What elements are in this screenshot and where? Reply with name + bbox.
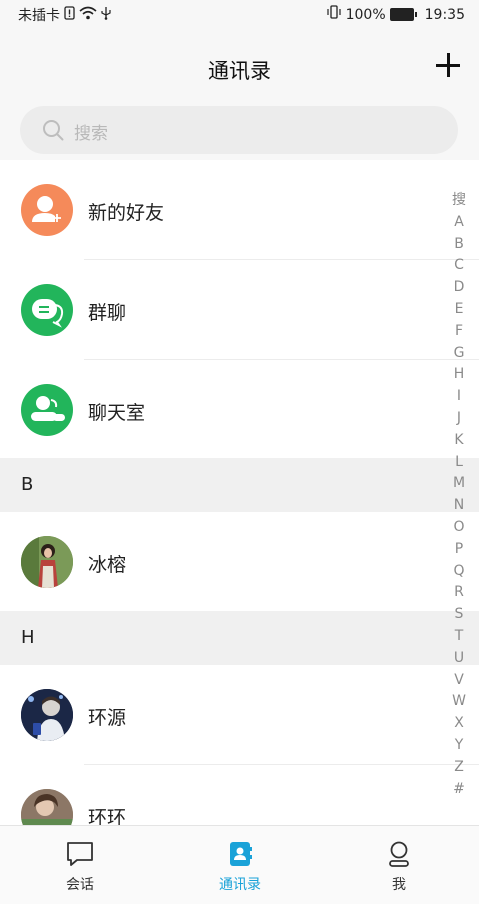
index-letter[interactable]: T [449,626,469,648]
index-letter[interactable]: U [449,648,469,670]
battery-percent: 100% [345,6,386,23]
section-header-b: B [0,458,479,512]
status-left: 未插卡 [18,5,111,25]
avatar [21,689,73,741]
index-letter[interactable]: P [449,539,469,561]
chatroom-row[interactable]: 聊天室 [0,360,479,460]
search-input[interactable]: 搜索 [74,119,108,144]
index-letter[interactable]: G [449,343,469,365]
section-letter: B [21,474,34,495]
tab-label: 会话 [66,877,94,893]
group-chat-label: 群聊 [88,302,127,324]
index-letter[interactable]: B [449,234,469,256]
index-letter[interactable]: 搜 [449,190,469,212]
index-letter[interactable]: J [449,408,469,430]
avatar [21,789,73,825]
contact-list[interactable]: 新的好友 群聊 聊天室 B 冰榕 H 环源 环环 [0,160,479,825]
tab-label: 通讯录 [219,877,261,893]
tab-contacts[interactable]: 通讯录 [160,826,320,904]
index-letter[interactable]: Q [449,561,469,583]
index-letter[interactable]: O [449,517,469,539]
index-letter[interactable]: N [449,495,469,517]
index-letter[interactable]: W [449,691,469,713]
contact-row[interactable]: 冰榕 [0,512,479,612]
no-sim-icon [64,5,75,25]
chatroom-icon [21,384,73,436]
bottom-tab-bar: 会话 通讯录 我 [0,825,479,904]
header: 通讯录 [0,28,479,108]
new-friend-icon [21,184,73,236]
carrier-text: 未插卡 [18,8,60,24]
index-letter[interactable]: L [449,452,469,474]
group-chat-row[interactable]: 群聊 [0,260,479,360]
new-friend-row[interactable]: 新的好友 [0,160,479,260]
index-letter[interactable]: A [449,212,469,234]
alphabet-index[interactable]: 搜 A B C D E F G H I J K L M N O P Q R S T U V W X Y Z # [449,190,469,800]
index-letter[interactable]: X [449,713,469,735]
avatar [21,536,73,588]
contact-name: 冰榕 [88,554,127,576]
section-header-h: H [0,611,479,665]
status-right: 100% 19:35 [326,5,465,24]
index-letter[interactable]: V [449,670,469,692]
status-bar: 未插卡 100% 19:35 [0,0,479,28]
index-letter[interactable]: # [449,779,469,801]
tab-me[interactable]: 我 [319,826,479,904]
tab-chats[interactable]: 会话 [0,826,160,904]
index-letter[interactable]: H [449,364,469,386]
index-letter[interactable]: S [449,604,469,626]
section-letter: H [21,627,35,648]
index-letter[interactable]: Z [449,757,469,779]
index-letter[interactable]: F [449,321,469,343]
add-contact-button[interactable] [433,50,463,80]
index-letter[interactable]: I [449,386,469,408]
page-title: 通讯录 [208,59,271,83]
new-friend-label: 新的好友 [88,202,165,224]
usb-icon [101,6,111,25]
index-letter[interactable]: K [449,430,469,452]
index-letter[interactable]: Y [449,735,469,757]
wifi-icon [79,6,97,25]
search-bar[interactable]: 搜索 [20,106,458,154]
contact-name: 环环 [88,807,127,825]
contact-row[interactable]: 环源 [0,665,479,765]
group-chat-icon [21,284,73,336]
profile-icon [389,841,409,867]
contact-name: 环源 [88,707,127,729]
chat-bubble-icon [67,842,93,866]
vibrate-icon [326,5,342,24]
search-icon [43,120,64,141]
tab-label: 我 [392,877,406,893]
index-letter[interactable]: R [449,582,469,604]
index-letter[interactable]: C [449,255,469,277]
contact-row[interactable]: 环环 [0,765,479,825]
chatroom-label: 聊天室 [88,402,146,424]
contacts-book-icon [230,842,252,866]
index-letter[interactable]: D [449,277,469,299]
index-letter[interactable]: M [449,473,469,495]
battery-icon [389,8,417,21]
clock: 19:35 [424,6,465,23]
index-letter[interactable]: E [449,299,469,321]
